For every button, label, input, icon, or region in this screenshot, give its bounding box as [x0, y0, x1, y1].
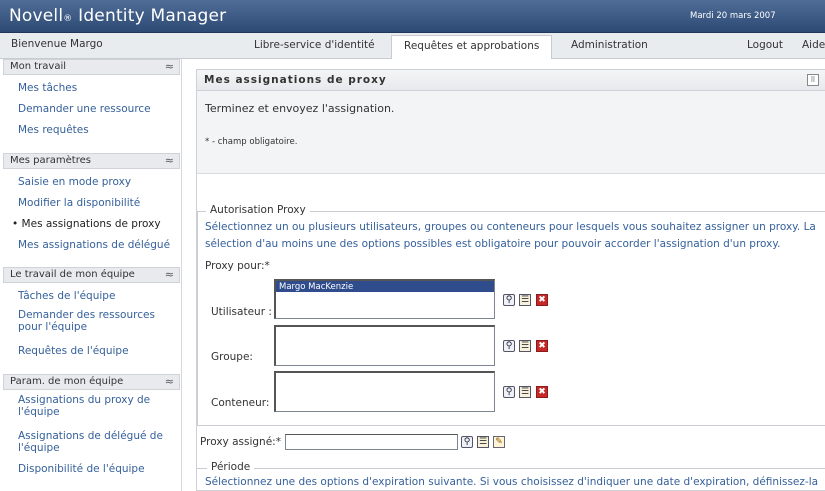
tab-libre-service[interactable]: Libre-service d'identité: [254, 39, 375, 51]
collapse-icon[interactable]: ≈: [165, 375, 174, 388]
sidebar-item-mes-requetes[interactable]: Mes requêtes: [18, 124, 89, 136]
group-search-icon[interactable]: ⚲: [503, 340, 515, 352]
sidebar: Mon travail ≈ Mes tâches Demander une re…: [0, 59, 182, 491]
brand-name: Novell: [9, 6, 64, 26]
sidebar-item-disponibilite-equipe[interactable]: Disponibilité de l'équipe: [18, 463, 145, 475]
auth-description: Sélectionnez un ou plusieurs utilisateur…: [205, 219, 825, 253]
instruction-area: Terminez et envoyez l'assignation. * - c…: [197, 91, 825, 174]
proxy-assignment-panel: Mes assignations de proxy ⠿ Terminez et …: [196, 69, 825, 491]
sidebar-item-saisie-proxy[interactable]: Saisie en mode proxy: [18, 176, 131, 188]
panel-menu-icon[interactable]: ⠿: [807, 74, 819, 86]
user-label: Utilisateur :: [211, 306, 272, 318]
sidebar-item-mes-taches[interactable]: Mes tâches: [18, 82, 77, 94]
period-description: Sélectionnez une des options d'expiratio…: [205, 476, 819, 488]
sidebar-item-modifier-disponibilite[interactable]: Modifier la disponibilité: [18, 197, 140, 209]
welcome-text: Bienvenue Margo: [11, 38, 103, 50]
user-delete-icon[interactable]: ✖: [536, 294, 548, 306]
assigned-proxy-label: Proxy assigné:*: [200, 436, 281, 448]
container-history-icon[interactable]: ☰: [519, 386, 531, 398]
page-title: Mes assignations de proxy: [204, 74, 387, 86]
sidebar-section-mon-travail[interactable]: Mon travail ≈: [3, 59, 180, 75]
logout-link[interactable]: Logout: [747, 39, 783, 51]
sidebar-item-demander-ressources-equipe[interactable]: Demander des ressources pour l'équipe: [18, 309, 174, 333]
assigned-history-icon[interactable]: ☰: [477, 436, 489, 448]
user-history-icon[interactable]: ☰: [519, 294, 531, 306]
auth-description-line: sélection d'au moins une des options pos…: [205, 238, 781, 250]
group-delete-icon[interactable]: ✖: [536, 340, 548, 352]
auth-proxy-legend: Autorisation Proxy: [206, 204, 310, 216]
user-listbox[interactable]: Margo MacKenzie: [274, 279, 495, 319]
sidebar-item-mes-assignations-delegue[interactable]: Mes assignations de délégué: [18, 239, 170, 251]
brand-registered-mark: ®: [63, 14, 73, 24]
sidebar-section-travail-equipe[interactable]: Le travail de mon équipe ≈: [3, 267, 180, 283]
instruction-text: Terminez et envoyez l'assignation.: [205, 102, 395, 115]
proxy-for-label: Proxy pour:*: [205, 260, 270, 272]
sidebar-item-taches-equipe[interactable]: Tâches de l'équipe: [18, 290, 115, 302]
fieldset-border: [197, 425, 825, 426]
help-link[interactable]: Aide: [802, 39, 825, 51]
assigned-proxy-input[interactable]: [285, 434, 458, 450]
container-label: Conteneur:: [211, 397, 270, 409]
tab-requetes-approbations[interactable]: Requêtes et approbations: [391, 35, 553, 59]
assigned-edit-icon[interactable]: ✎: [493, 436, 505, 448]
sidebar-item-label: Mes assignations de proxy: [21, 218, 161, 230]
product-name: Identity Manager: [72, 6, 227, 26]
section-title: Param. de mon équipe: [10, 376, 124, 387]
current-bullet: •: [12, 218, 19, 230]
sidebar-section-param-equipe[interactable]: Param. de mon équipe ≈: [3, 374, 180, 390]
sidebar-section-mes-parametres[interactable]: Mes paramètres ≈: [3, 153, 180, 169]
panel-header: Mes assignations de proxy ⠿: [197, 70, 825, 91]
container-delete-icon[interactable]: ✖: [536, 386, 548, 398]
user-search-icon[interactable]: ⚲: [503, 294, 515, 306]
auth-description-line: Sélectionnez un ou plusieurs utilisateur…: [205, 221, 816, 233]
sidebar-item-assignations-delegue-equipe[interactable]: Assignations de délégué de l'équipe: [18, 430, 168, 454]
sidebar-item-mes-assignations-proxy[interactable]: • Mes assignations de proxy: [12, 218, 161, 230]
brand-logo: Novell® Identity Manager: [9, 6, 226, 26]
tab-administration[interactable]: Administration: [571, 39, 648, 51]
assigned-search-icon[interactable]: ⚲: [461, 436, 473, 448]
header-date: Mardi 20 mars 2007: [690, 11, 776, 21]
sidebar-item-demander-ressource[interactable]: Demander une ressource: [18, 103, 151, 115]
sidebar-item-assignations-proxy-equipe[interactable]: Assignations du proxy de l'équipe: [18, 394, 168, 418]
collapse-icon[interactable]: ≈: [165, 154, 174, 167]
period-legend: Période: [207, 461, 255, 473]
fieldset-border: [197, 468, 825, 469]
container-listbox[interactable]: [274, 371, 495, 412]
collapse-icon[interactable]: ≈: [165, 60, 174, 73]
required-note: * - champ obligatoire.: [205, 137, 298, 147]
section-title: Le travail de mon équipe: [10, 269, 135, 280]
fieldset-border: [197, 211, 198, 425]
sidebar-item-requetes-equipe[interactable]: Requêtes de l'équipe: [18, 345, 129, 357]
section-title: Mon travail: [10, 61, 67, 72]
container-search-icon[interactable]: ⚲: [503, 386, 515, 398]
user-selected-item[interactable]: Margo MacKenzie: [276, 281, 494, 292]
collapse-icon[interactable]: ≈: [165, 268, 174, 281]
main-tab-bar: Bienvenue Margo Libre-service d'identité…: [0, 33, 825, 59]
group-listbox[interactable]: [274, 325, 495, 366]
group-history-icon[interactable]: ☰: [519, 340, 531, 352]
group-label: Groupe:: [211, 351, 253, 363]
section-title: Mes paramètres: [10, 155, 91, 166]
app-header: Novell® Identity Manager Mardi 20 mars 2…: [0, 0, 825, 33]
